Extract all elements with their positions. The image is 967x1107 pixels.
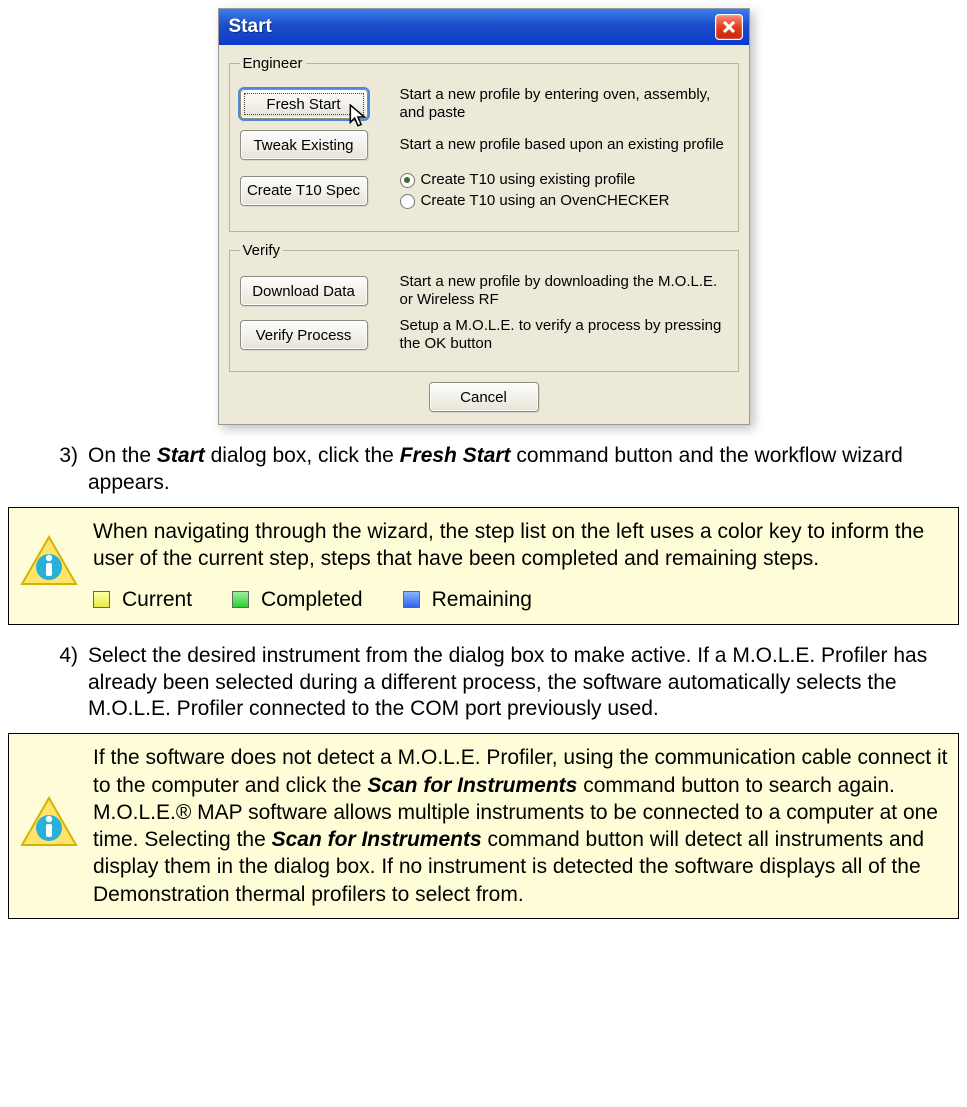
step-4-text: Select the desired instrument from the d… [88,643,947,724]
tweak-existing-desc: Start a new profile based upon an existi… [400,136,728,154]
legend-current: Current [122,586,192,613]
verify-group: Verify Download Data Start a new profile… [229,242,739,372]
info-icon [19,795,79,858]
note1-text: When navigating through the wizard, the … [93,518,948,573]
wizard-color-note: When navigating through the wizard, the … [8,507,959,625]
step-4-number: 4) [48,643,78,724]
scan-instruments-note: If the software does not detect a M.O.L.… [8,733,959,919]
verify-process-desc: Setup a M.O.L.E. to verify a process by … [400,317,728,353]
step-3: 3) On the Start dialog box, click the Fr… [0,443,967,497]
close-icon [723,15,735,39]
start-dialog: Start Engineer Fresh Start Start a [218,8,750,425]
dialog-title: Start [229,16,272,38]
t10-radio-ovenchecker[interactable]: Create T10 using an OvenCHECKER [400,192,728,210]
download-data-desc: Start a new profile by downloading the M… [400,273,728,309]
radio-icon [400,173,415,188]
fresh-start-desc: Start a new profile by entering oven, as… [400,86,728,122]
verify-process-button[interactable]: Verify Process [240,320,368,350]
step-3-text: On the Start dialog box, click the Fresh… [88,443,947,497]
radio-icon [400,194,415,209]
cancel-button[interactable]: Cancel [429,382,539,412]
swatch-completed-icon [232,591,249,608]
note2-text: If the software does not detect a M.O.L.… [93,744,948,908]
titlebar: Start [219,9,749,45]
swatch-remaining-icon [403,591,420,608]
dialog-body: Engineer Fresh Start Start a new profile… [219,45,749,424]
tweak-existing-button[interactable]: Tweak Existing [240,130,368,160]
verify-legend: Verify [240,242,284,259]
info-icon [19,534,79,597]
step-4: 4) Select the desired instrument from th… [0,643,967,724]
close-button[interactable] [715,14,743,40]
engineer-group: Engineer Fresh Start Start a new profile… [229,55,739,232]
download-data-button[interactable]: Download Data [240,276,368,306]
legend-remaining: Remaining [432,586,532,613]
create-t10-button[interactable]: Create T10 Spec [240,176,368,206]
legend-completed: Completed [261,586,363,613]
engineer-legend: Engineer [240,55,306,72]
t10-opt2-label: Create T10 using an OvenCHECKER [421,192,670,210]
swatch-current-icon [93,591,110,608]
color-legend: Current Completed Remaining [93,586,948,613]
step-3-number: 3) [48,443,78,497]
t10-opt1-label: Create T10 using existing profile [421,171,636,189]
t10-radio-existing[interactable]: Create T10 using existing profile [400,171,728,189]
